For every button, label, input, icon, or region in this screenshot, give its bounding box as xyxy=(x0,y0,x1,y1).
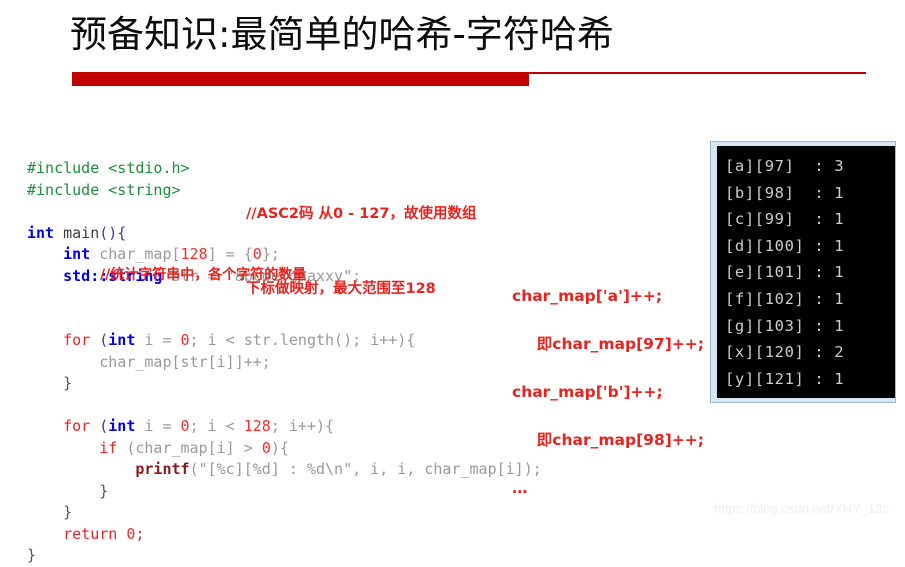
annotation-char-map-line: … xyxy=(512,479,528,497)
code-token: int xyxy=(108,417,136,435)
code-token: ){ xyxy=(270,438,289,457)
code-token: int xyxy=(63,245,91,263)
code-token: } xyxy=(27,546,37,564)
code-token: 0 xyxy=(261,438,271,457)
console-output-text: [a][97] : 3 [b][98] : 1 [c][99] : 1 [d][100… xyxy=(717,146,895,398)
code-line: for (int i = 0; i < 128; i++){ xyxy=(27,417,334,435)
code-line: } xyxy=(27,482,108,500)
code-line: } xyxy=(27,546,36,564)
code-token: #include xyxy=(27,180,109,199)
code-token: ( xyxy=(90,417,109,435)
code-token: ; i < xyxy=(189,417,244,435)
code-line: if (char_map[i] > 0){ xyxy=(27,439,289,457)
code-line: #include <stdio.h> xyxy=(27,159,190,177)
console-line: [f][102] : 1 xyxy=(725,289,845,308)
annotation-char-map-line: 即char_map[98]++; xyxy=(536,431,704,449)
console-line: [x][120] : 2 xyxy=(725,343,845,362)
annotation-ascii-range: //ASC2码 从0 - 127，故使用数组 下标做映射，最大范围至128 xyxy=(246,152,477,327)
code-line: #include <string> xyxy=(27,181,181,199)
console-line: [d][100] : 1 xyxy=(725,236,845,255)
code-token: 128 xyxy=(243,417,271,435)
code-token: char_map[str[i]]++; xyxy=(27,352,271,371)
code-token: ; i < str.length(); i++){ xyxy=(189,331,416,349)
code-line: int char_map[128] = {0}; xyxy=(27,245,280,263)
console-line: [a][97] : 3 xyxy=(725,157,845,175)
code-token: <stdio.h> xyxy=(108,159,190,177)
code-line: printf("[%c][%d] : %d\n", i, i, char_map… xyxy=(27,460,542,478)
annotation-char-map-line: 即char_map[97]++; xyxy=(536,335,704,353)
annotation-char-map-example: char_map['a']++; 即char_map[97]++; char_m… xyxy=(512,236,704,524)
code-line: int main(){ xyxy=(27,224,126,242)
code-line: for (int i = 0; i < str.length(); i++){ xyxy=(27,331,415,349)
code-token: return xyxy=(63,524,118,543)
code-token: 0 xyxy=(180,417,190,435)
code-token: if xyxy=(99,438,118,457)
code-token: for xyxy=(63,417,91,435)
code-token: } xyxy=(27,374,73,392)
code-token: char_map[ xyxy=(90,245,181,263)
console-line: [g][103] : 1 xyxy=(725,316,845,335)
annotation-ascii-range-line1: //ASC2码 从0 - 127，故使用数组 xyxy=(246,206,477,222)
code-token: printf xyxy=(135,460,190,478)
annotation-count-chars: //统计字符串中，各个字符的数量 xyxy=(100,267,307,283)
console-line: [c][99] : 1 xyxy=(725,210,845,229)
code-line: } xyxy=(27,503,72,521)
console-line: [y][121] : 1 xyxy=(725,369,845,388)
code-line: char_map[str[i]]++; xyxy=(27,353,271,371)
code-token: (){ xyxy=(99,223,127,242)
code-token: i = xyxy=(135,331,181,349)
code-token: ; i++){ xyxy=(270,417,335,435)
console-line: [e][101] : 1 xyxy=(725,263,845,282)
code-token: } xyxy=(27,481,109,500)
code-line: return 0; xyxy=(27,525,144,543)
code-token: ; xyxy=(135,524,145,543)
console-window: [a][97] : 3 [b][98] : 1 [c][99] : 1 [d][100… xyxy=(710,141,896,403)
code-token: main xyxy=(63,223,100,242)
code-token: 0 xyxy=(180,331,190,349)
code-token: ( xyxy=(90,331,109,349)
page-title: 预备知识:最简单的哈希-字符哈希 xyxy=(70,13,614,56)
code-token: } xyxy=(27,503,73,521)
code-token: ("[%c][%d] : %d\n", i, i, char_map[i]); xyxy=(189,460,542,478)
watermark: https://blog.csdn.net/YHY_13s xyxy=(714,501,889,516)
code-token: int xyxy=(27,223,55,242)
console-line: [b][98] : 1 xyxy=(725,183,845,202)
code-token: <string> xyxy=(108,180,181,199)
annotation-char-map-line: char_map['a']++; xyxy=(512,287,663,305)
title-underline-thick xyxy=(72,72,529,86)
code-line: } xyxy=(27,374,72,392)
code-token: int xyxy=(108,331,136,349)
code-token: 128 xyxy=(180,245,208,263)
code-token: for xyxy=(63,331,91,349)
code-token: (char_map[i] > xyxy=(117,438,262,457)
code-token: i = xyxy=(135,417,181,435)
code-token: 0 xyxy=(126,524,136,543)
annotation-char-map-line: char_map['b']++; xyxy=(512,383,663,401)
code-token: #include xyxy=(27,159,109,177)
